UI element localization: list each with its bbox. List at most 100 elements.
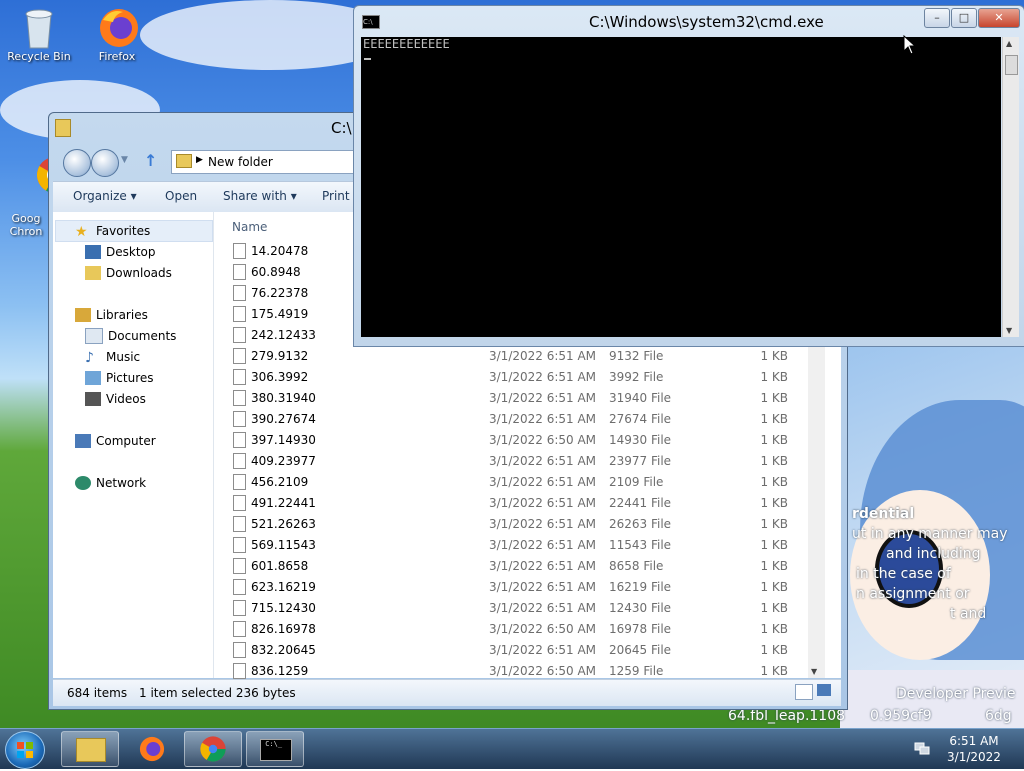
close-button[interactable]: ✕ — [978, 8, 1020, 28]
share-with-button[interactable]: Share with ▾ — [223, 189, 297, 203]
nav-pictures[interactable]: Pictures — [85, 369, 154, 387]
watermark-line: 64.fbl_leap.1108 — [728, 708, 846, 724]
firefox-icon — [139, 736, 165, 762]
taskbar-clock[interactable]: 6:51 AM 3/1/2022 — [944, 733, 1004, 765]
table-row[interactable]: 623.16219 3/1/2022 6:51 AM 16219 File 1 KB — [233, 576, 823, 597]
file-icon — [233, 663, 246, 679]
file-icon — [233, 243, 246, 259]
star-icon: ★ — [75, 224, 88, 240]
file-type: 16219 File — [609, 580, 672, 594]
table-row[interactable]: 397.14930 3/1/2022 6:50 AM 14930 File 1 KB — [233, 429, 823, 450]
file-name: 491.22441 — [251, 496, 316, 510]
folder-icon — [55, 119, 71, 137]
file-name: 715.12430 — [251, 601, 316, 615]
file-name: 826.16978 — [251, 622, 316, 636]
network-tray-icon[interactable] — [914, 741, 930, 755]
scroll-thumb[interactable] — [1005, 55, 1018, 75]
organize-button[interactable]: Organize ▾ — [73, 189, 137, 203]
cmd-window[interactable]: C:\ C:\Windows\system32\cmd.exe – □ ✕ EE… — [353, 5, 1024, 347]
recent-pages-dropdown-icon[interactable]: ▼ — [121, 155, 128, 165]
file-icon — [233, 390, 246, 406]
scroll-down-icon[interactable]: ▼ — [811, 667, 817, 676]
minimize-button[interactable]: – — [924, 8, 950, 28]
file-date: 3/1/2022 6:50 AM — [489, 622, 597, 636]
file-date: 3/1/2022 6:51 AM — [489, 370, 597, 384]
file-date: 3/1/2022 6:51 AM — [489, 601, 597, 615]
up-arrow-icon[interactable]: ↑ — [144, 151, 157, 170]
watermark-line: Developer Previe — [896, 686, 1016, 702]
maximize-button[interactable]: □ — [951, 8, 977, 28]
file-name: 601.8658 — [251, 559, 309, 573]
nav-desktop[interactable]: Desktop — [85, 243, 156, 261]
nav-videos[interactable]: Videos — [85, 390, 146, 408]
table-row[interactable]: 601.8658 3/1/2022 6:51 AM 8658 File 1 KB — [233, 555, 823, 576]
videos-icon — [85, 392, 101, 406]
table-row[interactable]: 836.1259 3/1/2022 6:50 AM 1259 File 1 KB — [233, 660, 823, 681]
file-size: 1 KB — [760, 538, 788, 552]
breadcrumb-arrow-icon[interactable]: ▶ — [196, 155, 203, 165]
chrome-shortcut[interactable]: Goog Chron — [0, 116, 73, 264]
taskbar-firefox-button[interactable] — [123, 731, 181, 767]
forward-button[interactable] — [91, 149, 119, 177]
start-button[interactable] — [5, 731, 45, 769]
firefox-label: Firefox — [98, 50, 136, 63]
nav-downloads[interactable]: Downloads — [85, 264, 172, 282]
navigation-pane: ★ Favorites Desktop Downloads Libraries D… — [53, 212, 214, 678]
print-button[interactable]: Print — [322, 189, 350, 203]
breadcrumb[interactable]: New folder — [208, 155, 273, 169]
table-row[interactable]: 491.22441 3/1/2022 6:51 AM 22441 File 1 KB — [233, 492, 823, 513]
table-row[interactable]: 832.20645 3/1/2022 6:51 AM 20645 File 1 KB — [233, 639, 823, 660]
cmd-scrollbar[interactable]: ▲ ▼ — [1002, 37, 1019, 337]
details-view-icon[interactable] — [795, 684, 813, 700]
file-name: 569.11543 — [251, 538, 316, 552]
table-row[interactable]: 380.31940 3/1/2022 6:51 AM 31940 File 1 KB — [233, 387, 823, 408]
taskbar: C:\_ 6:51 AM 3/1/2022 — [0, 728, 1024, 769]
file-name: 76.22378 — [251, 286, 309, 300]
firefox-shortcut[interactable]: Firefox — [82, 6, 152, 63]
libraries-icon — [75, 308, 91, 322]
table-row[interactable]: 390.27674 3/1/2022 6:51 AM 27674 File 1 KB — [233, 408, 823, 429]
file-type: 26263 File — [609, 517, 672, 531]
nav-documents[interactable]: Documents — [85, 327, 176, 345]
table-row[interactable]: 306.3992 3/1/2022 6:51 AM 3992 File 1 KB — [233, 366, 823, 387]
nav-network[interactable]: Network — [75, 474, 146, 492]
table-row[interactable]: 569.11543 3/1/2022 6:51 AM 11543 File 1 KB — [233, 534, 823, 555]
open-button[interactable]: Open — [165, 189, 197, 203]
console-output[interactable]: EEEEEEEEEEEE — [361, 37, 1001, 337]
taskbar-chrome-button[interactable] — [184, 731, 242, 767]
scroll-up-icon[interactable]: ▲ — [1006, 39, 1012, 48]
file-name: 832.20645 — [251, 643, 316, 657]
nav-computer[interactable]: Computer — [75, 432, 156, 450]
taskbar-cmd-button[interactable]: C:\_ — [246, 731, 304, 767]
preview-view-icon[interactable] — [817, 684, 831, 696]
file-size: 1 KB — [760, 412, 788, 426]
scroll-down-icon[interactable]: ▼ — [1006, 326, 1012, 335]
file-type: 2109 File — [609, 475, 664, 489]
table-row[interactable]: 521.26263 3/1/2022 6:51 AM 26263 File 1 KB — [233, 513, 823, 534]
table-row[interactable]: 279.9132 3/1/2022 6:51 AM 9132 File 1 KB — [233, 345, 823, 366]
taskbar-explorer-button[interactable] — [61, 731, 119, 767]
folder-icon — [176, 154, 192, 168]
nav-music[interactable]: ♪ Music — [85, 348, 140, 366]
watermark-line: 0.959cf9 — [870, 708, 932, 724]
table-row[interactable]: 826.16978 3/1/2022 6:50 AM 16978 File 1 KB — [233, 618, 823, 639]
item-count: 684 items — [67, 686, 128, 700]
file-type: 11543 File — [609, 538, 672, 552]
mouse-pointer-icon — [903, 35, 917, 55]
column-header-name[interactable]: Name — [232, 220, 267, 234]
file-icon — [233, 432, 246, 448]
file-date: 3/1/2022 6:51 AM — [489, 391, 597, 405]
recycle-bin-shortcut[interactable]: Recycle Bin — [4, 6, 74, 63]
table-row[interactable]: 409.23977 3/1/2022 6:51 AM 23977 File 1 KB — [233, 450, 823, 471]
file-name: 279.9132 — [251, 349, 309, 363]
table-row[interactable]: 715.12430 3/1/2022 6:51 AM 12430 File 1 KB — [233, 597, 823, 618]
back-button[interactable] — [63, 149, 91, 177]
table-row[interactable]: 456.2109 3/1/2022 6:51 AM 2109 File 1 KB — [233, 471, 823, 492]
folder-icon — [76, 738, 106, 762]
nav-libraries[interactable]: Libraries — [75, 306, 148, 324]
file-name: 390.27674 — [251, 412, 316, 426]
file-icon — [233, 600, 246, 616]
file-type: 23977 File — [609, 454, 672, 468]
nav-favorites[interactable]: ★ Favorites — [75, 222, 150, 240]
file-icon — [233, 369, 246, 385]
